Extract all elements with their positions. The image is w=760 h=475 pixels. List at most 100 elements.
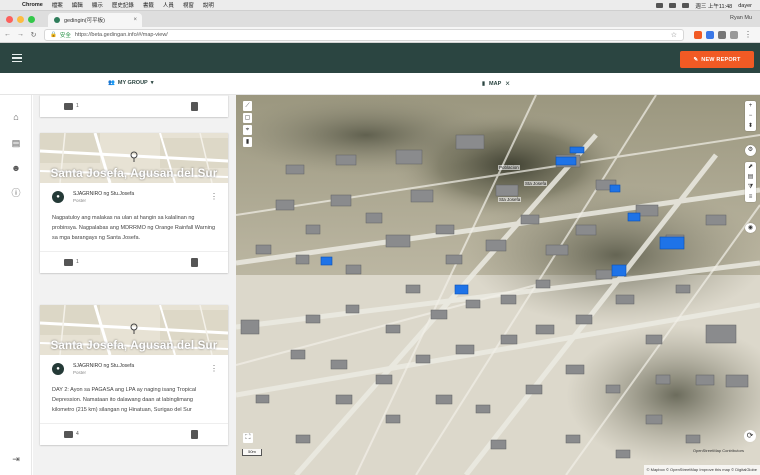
- more-options-icon[interactable]: ⋮: [210, 364, 218, 373]
- card-actions: 1: [40, 251, 228, 273]
- menu-bookmarks[interactable]: 書籤: [143, 1, 154, 9]
- extension-icon[interactable]: [718, 31, 726, 39]
- logout-icon[interactable]: ⇥: [10, 453, 22, 465]
- minimize-window-button[interactable]: [17, 16, 24, 23]
- lock-icon: 🔒: [50, 32, 57, 38]
- avatar: ●: [52, 363, 64, 375]
- close-window-button[interactable]: [6, 16, 13, 23]
- layer-controls: ⬈ ▤ ⧩ ≡: [745, 162, 756, 202]
- menubar-clock[interactable]: 週三 上午11:48: [695, 2, 732, 10]
- browser-profile[interactable]: Ryan Mu: [730, 15, 752, 21]
- legend-icon[interactable]: ≡: [745, 192, 756, 202]
- map-place-label: Poblacion: [498, 165, 520, 170]
- comment-icon[interactable]: [64, 259, 73, 266]
- delete-icon[interactable]: ▮: [243, 137, 252, 147]
- author-name: SJAGRNIRO ng Stu.Josefa: [73, 191, 135, 197]
- bookmark-icon[interactable]: [191, 430, 198, 439]
- address-bar[interactable]: 🔒 安全 https://beta.gedingan.info/#/map-vi…: [44, 29, 684, 41]
- browser-tab[interactable]: gedingin(可平板) ×: [48, 13, 142, 27]
- my-group-dropdown[interactable]: 👥 MY GROUP ▾: [108, 80, 153, 86]
- home-icon[interactable]: ⌂: [10, 111, 22, 123]
- status-icon[interactable]: [656, 3, 664, 8]
- post-location: Santa Josefa, Agusan del Sur: [50, 168, 218, 180]
- comment-count: 1: [76, 259, 79, 265]
- menu-view[interactable]: 顯示: [92, 1, 103, 9]
- card-actions: 4: [40, 423, 228, 445]
- draw-square-icon[interactable]: ▢: [243, 113, 252, 123]
- favicon-icon: [54, 17, 60, 23]
- bookmark-icon[interactable]: [191, 102, 198, 111]
- group-icon: 👥: [108, 80, 115, 86]
- marker-icon[interactable]: ⌖: [243, 125, 252, 135]
- menu-window[interactable]: 視窗: [183, 1, 194, 9]
- wifi-icon[interactable]: [669, 3, 677, 8]
- draw-line-icon[interactable]: ⟋: [243, 101, 252, 111]
- menu-history[interactable]: 歷史記錄: [112, 1, 134, 9]
- menubar-user[interactable]: dayer: [738, 3, 752, 9]
- browser-toolbar: ← → ↻ 🔒 安全 https://beta.gedingan.info/#/…: [0, 27, 760, 43]
- post-text: DAY 2: Ayon sa PAGASA ang LPA ay naging …: [52, 387, 197, 413]
- bookmark-icon[interactable]: [191, 258, 198, 267]
- my-group-label: MY GROUP: [117, 80, 148, 86]
- comment-icon[interactable]: [64, 103, 73, 110]
- bookmark-star-icon[interactable]: ☆: [671, 31, 677, 39]
- zoom-out-icon[interactable]: −: [745, 111, 756, 121]
- locate-icon[interactable]: ◉: [745, 223, 756, 233]
- rotate-icon[interactable]: ⬍: [745, 121, 756, 131]
- menu-app[interactable]: Chrome: [22, 2, 43, 8]
- map-tab[interactable]: ▮ MAP ×: [482, 79, 510, 88]
- layers-icon[interactable]: ▤: [745, 172, 756, 182]
- battery-icon[interactable]: [682, 3, 690, 8]
- browser-menu-icon[interactable]: ⋮: [744, 31, 752, 39]
- edit-icon: ✎: [693, 56, 699, 63]
- extension-icon[interactable]: [694, 31, 702, 39]
- new-report-button[interactable]: ✎ NEW REPORT: [680, 51, 754, 68]
- caret-down-icon: ▾: [150, 80, 154, 86]
- secure-label: 安全: [59, 33, 71, 39]
- maximize-window-button[interactable]: [28, 16, 35, 23]
- back-icon[interactable]: ←: [2, 31, 13, 38]
- report-feed: 1 Santa Josefa, Agusan del Sur ● SJAGRNI…: [33, 95, 236, 475]
- pin-icon[interactable]: ⬈: [745, 162, 756, 172]
- extension-icon[interactable]: [706, 31, 714, 39]
- post-author: ● SJAGRNIRO ng Stu.Josefa Poster ⋮: [40, 183, 228, 209]
- tab-title: gedingin(可平板): [64, 18, 105, 24]
- fullscreen-icon[interactable]: ⛶: [243, 433, 253, 443]
- browser-tabstrip: gedingin(可平板) × Ryan Mu: [0, 11, 760, 27]
- tab-close-icon[interactable]: ×: [133, 17, 137, 23]
- menu-people[interactable]: 人員: [163, 1, 174, 9]
- close-map-icon[interactable]: ×: [505, 79, 510, 88]
- app-header: [0, 43, 760, 73]
- reload-icon[interactable]: ↻: [28, 31, 39, 39]
- forward-icon[interactable]: →: [15, 31, 26, 38]
- report-card: 1: [40, 95, 228, 117]
- draw-toolbar: ⟋ ▢ ⌖ ▮: [243, 101, 252, 147]
- map-attribution-links[interactable]: © Mapbox © OpenStreetMap Improve this ma…: [643, 465, 760, 475]
- info-icon[interactable]: ⓘ: [10, 187, 22, 199]
- location-map-thumbnail[interactable]: Santa Josefa, Agusan del Sur: [40, 305, 228, 355]
- zoom-in-icon[interactable]: +: [745, 101, 756, 111]
- compass-icon[interactable]: ⟳: [744, 430, 756, 442]
- map-view[interactable]: Poblacion Sta Josefa Sta Josefa ⟋ ▢ ⌖ ▮ …: [236, 95, 760, 475]
- people-icon[interactable]: ☻: [10, 162, 22, 174]
- menu-file[interactable]: 檔案: [52, 1, 63, 9]
- extension-icon[interactable]: [730, 31, 738, 39]
- more-options-icon[interactable]: ⋮: [210, 192, 218, 201]
- comment-count: 4: [76, 431, 79, 437]
- map-canvas[interactable]: [236, 95, 760, 475]
- settings-gear-icon[interactable]: ⚙: [745, 145, 756, 156]
- filter-icon[interactable]: ⧩: [745, 182, 756, 192]
- url-text[interactable]: https://beta.gedingan.info/#/map-view/: [75, 32, 168, 38]
- comment-count: 1: [76, 103, 79, 109]
- report-card[interactable]: Santa Josefa, Agusan del Sur ● SJAGRNIRO…: [40, 133, 228, 273]
- menu-help[interactable]: 說明: [203, 1, 214, 9]
- menu-edit[interactable]: 編輯: [72, 1, 83, 9]
- comment-icon[interactable]: [64, 431, 73, 438]
- hamburger-menu-icon[interactable]: [12, 54, 22, 62]
- report-card[interactable]: Santa Josefa, Agusan del Sur ● SJAGRNIRO…: [40, 305, 228, 445]
- map-tab-label: MAP: [489, 80, 502, 87]
- location-map-thumbnail[interactable]: Santa Josefa, Agusan del Sur: [40, 133, 228, 183]
- new-report-label: NEW REPORT: [701, 56, 741, 63]
- reports-icon[interactable]: ▤: [10, 137, 22, 149]
- map-icon: ▮: [482, 80, 486, 87]
